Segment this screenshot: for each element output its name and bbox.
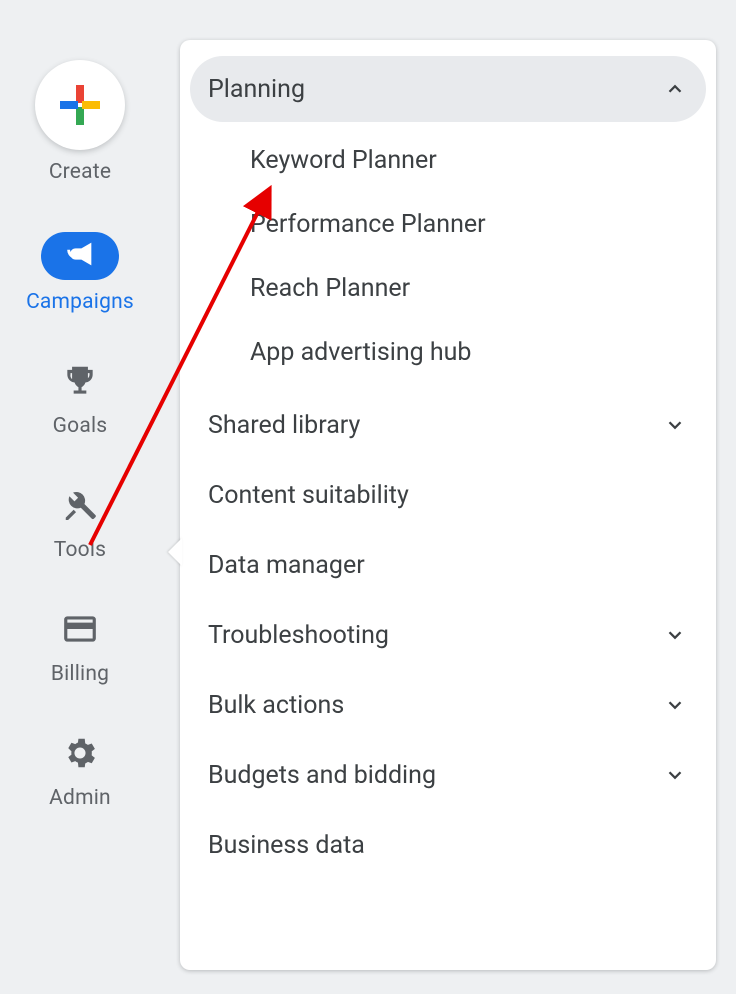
menu-item-label: Business data xyxy=(208,831,365,860)
menu-item-content-suitability[interactable]: Content suitability xyxy=(190,460,706,530)
menu-group-planning[interactable]: Planning xyxy=(190,56,706,122)
menu-item-label: Content suitability xyxy=(208,481,409,510)
chevron-down-icon xyxy=(662,762,688,788)
chevron-up-icon xyxy=(662,76,688,102)
sidebar-item-tools[interactable]: Tools xyxy=(10,486,150,562)
menu-item-business-data[interactable]: Business data xyxy=(190,810,706,880)
sidebar-item-goals[interactable]: Goals xyxy=(10,362,150,438)
create-button[interactable] xyxy=(35,60,125,150)
menu-item-troubleshooting[interactable]: Troubleshooting xyxy=(190,600,706,670)
menu-item-label: Bulk actions xyxy=(208,691,344,720)
sidebar-goals-label: Goals xyxy=(53,414,108,438)
sidebar-item-create[interactable]: Create xyxy=(10,60,150,184)
gear-icon xyxy=(61,734,99,776)
menu-item-keyword-planner[interactable]: Keyword Planner xyxy=(180,128,716,192)
menu-item-performance-planner[interactable]: Performance Planner xyxy=(180,192,716,256)
menu-item-bulk-actions[interactable]: Bulk actions xyxy=(190,670,706,740)
sidebar-item-billing[interactable]: Billing xyxy=(10,610,150,686)
menu-item-label: Shared library xyxy=(208,411,360,440)
sidebar-tools-label: Tools xyxy=(54,538,106,562)
left-sidebar: Create Campaigns Goals Tools xyxy=(0,0,160,994)
chevron-down-icon xyxy=(662,622,688,648)
trophy-icon xyxy=(61,362,99,404)
menu-item-label: Budgets and bidding xyxy=(208,761,436,790)
sidebar-create-label: Create xyxy=(49,160,111,184)
menu-item-data-manager[interactable]: Data manager xyxy=(190,530,706,600)
plus-icon xyxy=(60,85,100,125)
panel-notch xyxy=(168,538,182,566)
menu-item-shared-library[interactable]: Shared library xyxy=(190,390,706,460)
menu-item-label: App advertising hub xyxy=(250,338,471,367)
megaphone-icon xyxy=(63,237,97,275)
tools-flyout-panel: Planning Keyword Planner Performance Pla… xyxy=(180,40,716,970)
menu-item-label: Performance Planner xyxy=(250,210,486,239)
menu-group-planning-children: Keyword Planner Performance Planner Reac… xyxy=(180,128,716,390)
sidebar-item-admin[interactable]: Admin xyxy=(10,734,150,810)
menu-item-label: Reach Planner xyxy=(250,274,410,303)
menu-item-label: Keyword Planner xyxy=(250,146,437,175)
sidebar-billing-label: Billing xyxy=(51,662,109,686)
sidebar-admin-label: Admin xyxy=(49,786,111,810)
menu-item-app-advertising-hub[interactable]: App advertising hub xyxy=(180,320,716,384)
menu-item-label: Data manager xyxy=(208,551,365,580)
sidebar-item-campaigns[interactable]: Campaigns xyxy=(10,232,150,314)
menu-item-budgets-and-bidding[interactable]: Budgets and bidding xyxy=(190,740,706,810)
campaigns-pill[interactable] xyxy=(41,232,119,280)
card-icon xyxy=(61,610,99,652)
menu-item-label: Troubleshooting xyxy=(208,621,389,650)
sidebar-campaigns-label: Campaigns xyxy=(26,290,134,314)
menu-group-planning-label: Planning xyxy=(208,75,305,104)
menu-item-reach-planner[interactable]: Reach Planner xyxy=(180,256,716,320)
tools-icon xyxy=(61,486,99,528)
chevron-down-icon xyxy=(662,692,688,718)
chevron-down-icon xyxy=(662,412,688,438)
